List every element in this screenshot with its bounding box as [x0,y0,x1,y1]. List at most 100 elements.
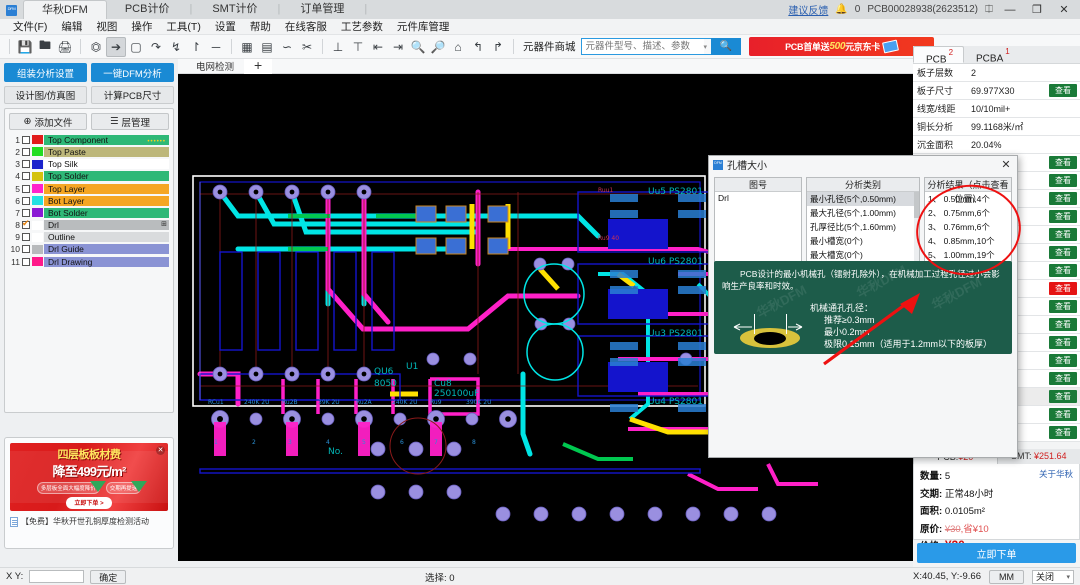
promo-card[interactable]: ✕ 四层板板材费 降至499元/m² 多层板全面大幅度降价 交期再提速 立即下单… [4,437,174,549]
view-button[interactable]: 查看 [1049,408,1077,421]
toolbar-promo-banner[interactable]: PCB首单送 500 元京东卡 [749,37,934,56]
user-circle-icon[interactable]: ⎅ [985,4,993,15]
layer-color-swatch[interactable] [32,135,43,144]
layer-name[interactable]: Top Component•••••• [44,135,169,145]
view-button[interactable]: 查看 [1049,354,1077,367]
result-item[interactable]: 5、 1.00mm,19个 [925,248,1011,262]
layer-row[interactable]: 5Top Layer [9,183,169,195]
layer-name[interactable]: Top Silk [44,159,169,169]
layer-color-swatch[interactable] [32,257,43,266]
layer-name[interactable]: Drl⊞ [44,220,169,230]
cut-icon[interactable]: ✂ [297,37,317,57]
layer-visibility-checkbox[interactable] [22,148,30,156]
layer-visibility-checkbox[interactable] [22,245,30,253]
net-trace-icon[interactable]: ↯ [166,37,186,57]
layer-visibility-checkbox[interactable] [22,221,30,229]
align-bottom-icon[interactable]: ⊤ [348,37,368,57]
view-button[interactable]: 查看 [1049,300,1077,313]
search-icon[interactable]: 🔍 [711,38,741,55]
redo-icon[interactable]: ↱ [488,37,508,57]
view-button[interactable]: 查看 [1049,318,1077,331]
polyline-icon[interactable]: ↷ [146,37,166,57]
menu-item-help[interactable]: 帮助 [243,19,278,34]
add-tab-button[interactable]: + [244,59,272,74]
promo-footer[interactable]: 【免费】华秋开世孔铜厚度检测活动 [10,516,168,527]
layer-color-swatch[interactable] [32,233,43,242]
layer-color-swatch[interactable] [32,196,43,205]
layer-name[interactable]: Top Layer [44,184,169,194]
layer-visibility-checkbox[interactable] [22,160,30,168]
promo-image[interactable]: ✕ 四层板板材费 降至499元/m² 多层板全面大幅度降价 交期再提速 立即下单… [10,443,168,511]
mode-select[interactable]: 关闭 [1032,570,1074,584]
scrollbar-thumb[interactable] [914,192,919,218]
dialog-close-icon[interactable]: ✕ [995,158,1017,171]
tab-pcba[interactable]: PCBA1 [964,46,1020,63]
one-click-dfm-button[interactable]: 一键DFM分析 [91,63,174,82]
layer-row[interactable]: 10Drl Guide [9,244,169,256]
layer-visibility-checkbox[interactable] [22,233,30,241]
category-item[interactable]: 最小槽宽(0个) [807,234,919,248]
zoom-in-icon[interactable]: 🔍 [408,37,428,57]
window-tab-smt-quote[interactable]: SMT计价 [194,0,275,19]
layer-name[interactable]: Drl Guide [44,244,169,254]
layer-manager-button[interactable]: ☰ 层管理 [91,113,169,130]
menu-item-file[interactable]: 文件(F) [6,19,54,34]
home-icon[interactable]: ⌂ [448,37,468,57]
window-tab-order-mgmt[interactable]: 订单管理 [282,0,362,19]
menu-item-tools[interactable]: 工具(T) [159,19,207,34]
bell-icon[interactable]: 🔔 [835,4,847,15]
layer-name[interactable]: Top Paste [44,147,169,157]
menu-item-library-mgmt[interactable]: 元件库管理 [390,19,457,34]
layer-visibility-checkbox[interactable] [22,197,30,205]
design-sim-view-button[interactable]: 设计图/仿真图 [4,86,87,104]
layer-row[interactable]: 3Top Silk [9,158,169,170]
window-tab-dfm[interactable]: 华秋DFM [23,0,107,19]
zoom-out-icon[interactable]: 🔎 [428,37,448,57]
view-button[interactable]: 查看 [1049,228,1077,241]
chevron-down-icon[interactable]: ▾ [704,43,712,51]
panel-icon[interactable]: ▦ [237,37,257,57]
layer-name[interactable]: Top Solder [44,171,169,181]
unit-toggle[interactable]: MM [989,570,1024,584]
category-scrollbar[interactable] [914,192,919,264]
view-button[interactable]: 查看 [1049,390,1077,403]
view-button[interactable]: 查看 [1049,246,1077,259]
layer-visibility-checkbox[interactable] [22,172,30,180]
view-button[interactable]: 查看 [1049,426,1077,439]
layer-color-swatch[interactable] [32,208,43,217]
rect-select-icon[interactable]: ▢ [126,37,146,57]
layer-item-drl[interactable]: Drl [715,192,801,204]
maximize-button[interactable]: ❐ [1027,3,1047,16]
menu-item-view[interactable]: 视图 [89,19,124,34]
result-item[interactable]: 4、 0.85mm,10个 [925,234,1011,248]
xy-input[interactable] [29,570,84,583]
minimize-button[interactable]: — [1000,4,1020,16]
layer-color-swatch[interactable] [32,221,43,230]
frame-select-icon[interactable]: ⏣ [86,37,106,57]
align-right-icon[interactable]: ⇥ [388,37,408,57]
layer-name[interactable]: Drl Drawing [44,257,169,267]
feedback-link[interactable]: 建议反馈 [788,2,828,17]
print-icon[interactable]: 🖨 [55,37,75,57]
view-button[interactable]: 查看 [1049,336,1077,349]
layer-visibility-checkbox[interactable] [22,136,30,144]
undo-icon[interactable]: ↰ [468,37,488,57]
result-item[interactable]: 2、 0.75mm,6个 [925,206,1011,220]
layer-expand-icon[interactable]: ⊞ [161,220,167,230]
layer-name[interactable]: Bot Solder [44,208,169,218]
promo-cta-button[interactable]: 立即下单 > [66,497,111,509]
layer-row[interactable]: 7Bot Solder [9,207,169,219]
layer-name[interactable]: Outline [44,232,169,242]
line-icon[interactable]: ─ [206,37,226,57]
layer-color-swatch[interactable] [32,172,43,181]
view-button[interactable]: 查看 [1049,156,1077,169]
view-button[interactable]: 查看 [1049,282,1077,295]
view-button[interactable]: 查看 [1049,192,1077,205]
layer-visibility-checkbox[interactable] [22,258,30,266]
layer-row[interactable]: 9Outline [9,232,169,244]
category-item[interactable]: 最大孔径(5个,1.00mm) [807,206,919,220]
view-button[interactable]: 查看 [1049,372,1077,385]
menu-item-support[interactable]: 在线客服 [278,19,334,34]
layer-row[interactable]: 8Drl⊞ [9,219,169,231]
component-icon[interactable]: ▤ [257,37,277,57]
